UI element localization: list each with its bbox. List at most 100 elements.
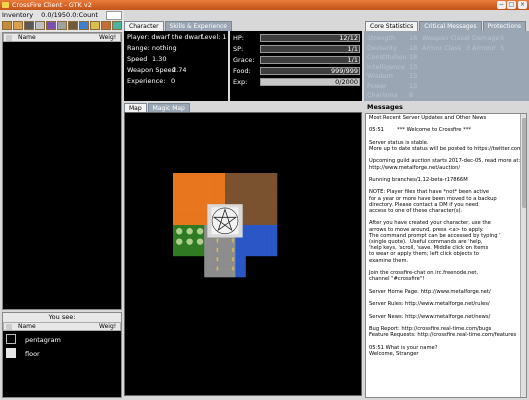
tab-magic-map[interactable]: Magic Map <box>147 103 190 112</box>
map-tile <box>214 266 226 278</box>
stat-label: Weapon Class <box>422 34 468 42</box>
sword-icon[interactable] <box>57 21 67 30</box>
map-tile <box>193 173 205 184</box>
floor-icon <box>6 348 16 358</box>
experience-value: 0 <box>171 77 176 85</box>
vital-value: 1/1 <box>347 56 358 64</box>
tab-protections[interactable]: Protections <box>482 21 527 31</box>
game-map[interactable] <box>124 112 362 396</box>
tree-icon <box>186 238 193 245</box>
map-tile <box>173 183 184 195</box>
window-titlebar: CrossFire Client - GTK v2 <box>0 0 529 10</box>
count-input[interactable] <box>106 11 122 20</box>
message-line: Welcome, Stranger <box>369 350 419 357</box>
map-tile <box>266 225 278 236</box>
map-tile <box>266 204 278 215</box>
map-tile <box>256 204 267 215</box>
tab-character[interactable]: Character <box>124 21 164 31</box>
inventory-label: Inventory <box>2 11 34 19</box>
map-tile <box>193 183 205 195</box>
messages-title: Messages <box>367 103 403 111</box>
list-item[interactable]: floor <box>25 350 40 358</box>
map-tile <box>193 204 205 215</box>
map-tile <box>245 193 257 205</box>
map-tile <box>183 266 195 278</box>
road-marking <box>232 238 234 243</box>
list-item[interactable]: pentagram <box>25 336 61 344</box>
road-marking <box>216 266 219 271</box>
vital-value: 999/999 <box>330 67 358 75</box>
shield-icon[interactable] <box>68 21 78 30</box>
food-icon[interactable] <box>101 21 111 30</box>
magic-icon[interactable] <box>46 21 56 30</box>
potion-icon[interactable] <box>79 21 89 30</box>
map-tile <box>256 173 267 184</box>
message-line: More up to date status will be posted to… <box>369 146 526 153</box>
map-tile <box>256 193 267 205</box>
close-button[interactable]: × <box>518 1 527 9</box>
tree-icon <box>176 238 183 245</box>
stat-value: 6 <box>500 34 505 42</box>
messages-panel[interactable]: Most Recent Server Updates and Other New… <box>365 113 527 398</box>
tab-skills-experience[interactable]: Skills & Experience <box>164 21 232 31</box>
vital-label: Food: <box>233 67 251 75</box>
stat-label: Strength <box>367 34 396 42</box>
map-tile <box>245 235 257 247</box>
messages-scrollbar[interactable] <box>520 114 526 397</box>
map-tile <box>245 225 257 236</box>
stat-value: 8 <box>409 91 414 99</box>
stat-label: Armour <box>472 43 497 52</box>
inventory-weight-column[interactable]: Weig! <box>99 34 116 42</box>
stat-label: Damage <box>472 34 500 42</box>
map-tile <box>245 204 257 215</box>
map-tile <box>193 266 205 278</box>
scroll-icon[interactable] <box>2 21 12 30</box>
vital-value: 12/12 <box>339 34 358 42</box>
weapon-speed-label: Weapon Speed <box>127 66 176 74</box>
speed-label: Speed <box>127 55 148 63</box>
message-line: Feature Requests: http://crossfire.real-… <box>369 332 517 339</box>
map-tile <box>173 256 184 267</box>
map-tile <box>245 245 257 257</box>
map-tile <box>235 256 247 267</box>
road-marking <box>232 247 234 252</box>
tab-map[interactable]: Map <box>124 103 147 112</box>
lock-icon[interactable] <box>24 21 34 30</box>
map-tile <box>245 256 257 267</box>
map-tile <box>266 183 278 195</box>
map-canvas <box>173 173 278 278</box>
minimize-button[interactable]: − <box>497 1 506 9</box>
player-level: Level: 1 <box>201 33 227 41</box>
you-see-title: You see: <box>3 313 121 322</box>
unlock-icon[interactable] <box>35 21 45 30</box>
stat-value: 13 <box>409 81 418 90</box>
stat-label: Charisma <box>367 91 398 99</box>
tab-critical-messages[interactable]: Critical Messages <box>419 21 482 31</box>
map-tile <box>204 173 215 184</box>
messages-scroll-thumb[interactable] <box>522 118 526 208</box>
map-tile <box>214 173 226 184</box>
tab-core-statistics[interactable]: Core Statistics <box>365 21 419 31</box>
you-see-column-header: Name Weig! <box>3 322 121 331</box>
road-marking <box>216 257 219 262</box>
map-tile <box>183 256 195 267</box>
you-see-name-column[interactable]: Name <box>18 323 36 331</box>
key-icon[interactable] <box>90 21 100 30</box>
stat-value: 13 <box>409 62 418 71</box>
road-marking <box>232 257 234 262</box>
gem-icon[interactable] <box>112 21 122 30</box>
road-marking <box>216 238 219 243</box>
bag-icon[interactable] <box>13 21 23 30</box>
road-marking <box>216 247 219 252</box>
inventory-name-column[interactable]: Name <box>18 34 36 42</box>
map-tile <box>225 173 236 184</box>
message-line: Upcoming guild auction starts 2017-dec-0… <box>369 158 521 165</box>
stat-value: 18 <box>409 53 418 61</box>
map-tile <box>235 173 247 184</box>
inventory-summary: Inventory 0.0/1950.0:Count <box>2 11 98 19</box>
maximize-button[interactable]: □ <box>507 1 516 9</box>
map-tile <box>214 183 226 195</box>
stat-label: Power <box>367 81 387 90</box>
you-see-weight-column[interactable]: Weig! <box>99 323 116 331</box>
map-tile <box>173 266 184 278</box>
